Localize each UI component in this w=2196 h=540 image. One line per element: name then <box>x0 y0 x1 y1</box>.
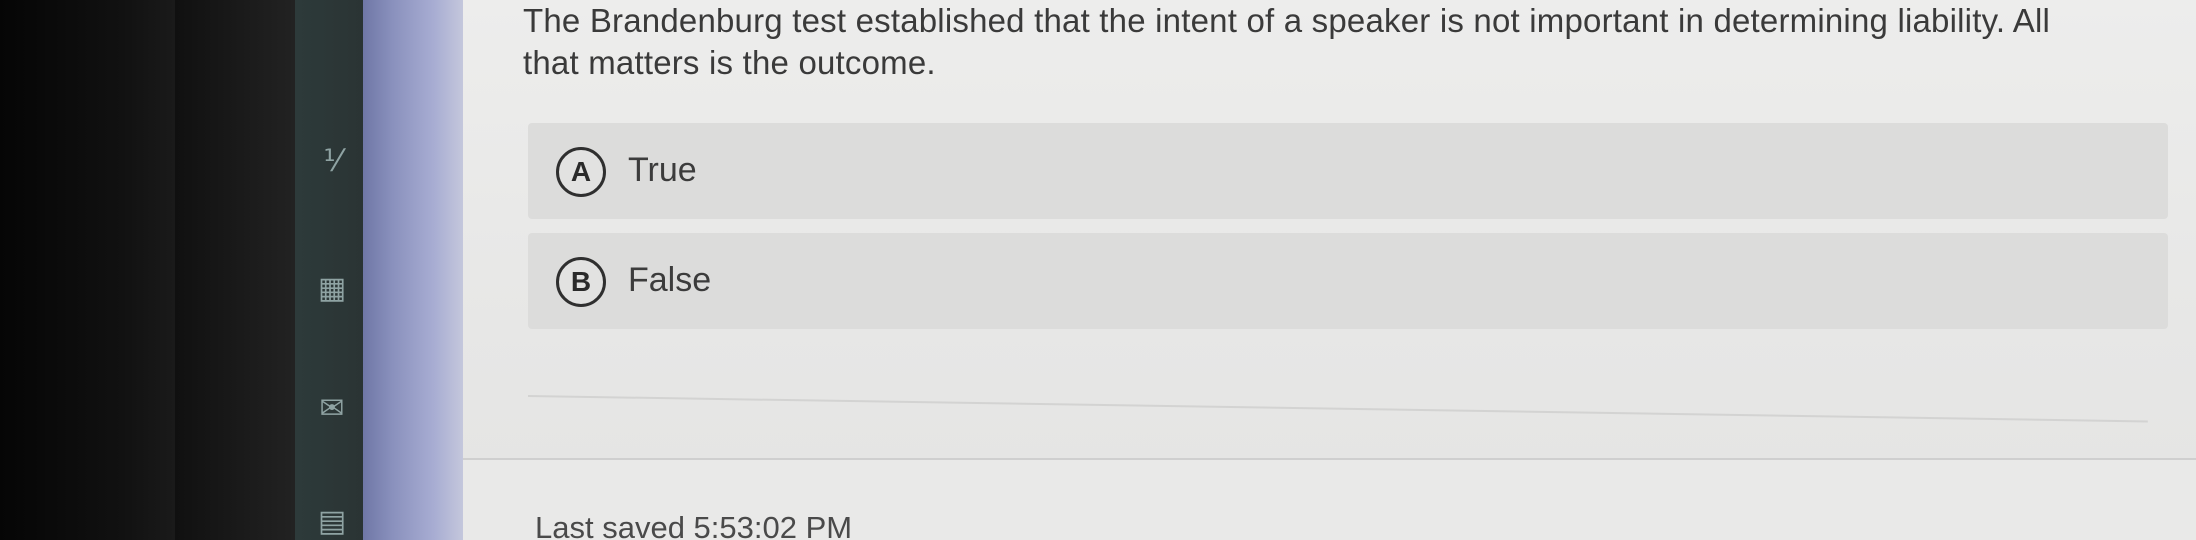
footer-bar: Last saved 5:53:02 PM <box>463 458 2196 540</box>
mail-icon[interactable]: ✉ <box>315 392 349 426</box>
side-stripe <box>363 0 463 540</box>
option-label-a: True <box>628 151 697 189</box>
option-a[interactable]: A True <box>528 123 2168 219</box>
option-letter-a: A <box>556 147 606 197</box>
section-divider <box>527 395 2148 423</box>
bezel-left <box>0 0 175 540</box>
screen: ⅟ ▦ ✉ ▤ The Brandenburg test established… <box>0 0 2196 540</box>
bezel-mid <box>175 0 295 540</box>
option-b[interactable]: B False <box>528 233 2168 329</box>
option-letter-b: B <box>556 257 606 307</box>
document-icon[interactable]: ▤ <box>315 505 349 539</box>
question-text: The Brandenburg test established that th… <box>523 2 2051 81</box>
calculator-icon[interactable]: ⅟ <box>315 145 349 179</box>
option-label-b: False <box>628 261 712 299</box>
question-page: The Brandenburg test established that th… <box>463 0 2196 540</box>
grid-icon[interactable]: ▦ <box>315 272 349 306</box>
last-saved-status: Last saved 5:53:02 PM <box>535 510 853 540</box>
